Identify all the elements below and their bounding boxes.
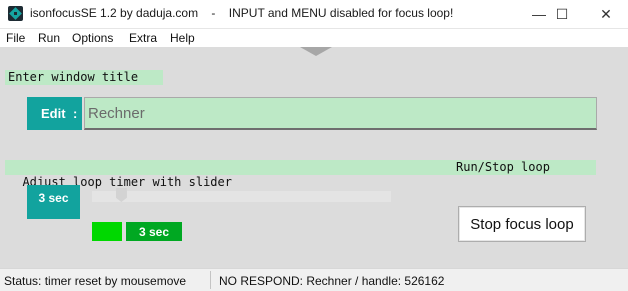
loop-indicator	[92, 222, 122, 241]
menu-bar: File Run Options Extra Help	[0, 29, 628, 47]
collapse-arrow-icon[interactable]	[300, 47, 332, 56]
menu-help[interactable]: Help	[170, 31, 195, 45]
menu-run[interactable]: Run	[38, 31, 60, 45]
timer-slider-track[interactable]	[92, 191, 391, 202]
app-icon	[8, 6, 23, 21]
menu-file[interactable]: File	[6, 31, 25, 45]
slider-section-label: Adjust loop timer with slider Run/Stop l…	[5, 160, 596, 189]
status-text: Status: timer reset by mousemove	[4, 274, 187, 288]
menu-options[interactable]: Options	[72, 31, 113, 45]
edit-button-label: Edit	[41, 106, 66, 121]
window-title: isonfocusSE 1.2 by daduja.com - INPUT an…	[30, 6, 454, 20]
menu-extra[interactable]: Extra	[129, 31, 157, 45]
status-bar: Status: timer reset by mousemove NO RESP…	[0, 268, 628, 291]
window-title-input[interactable]	[84, 97, 597, 130]
timer-display: 3 sec	[126, 222, 182, 241]
maximize-icon[interactable]: ☐	[540, 0, 584, 28]
timer-badge: 3 sec	[27, 185, 80, 219]
title-bar[interactable]: isonfocusSE 1.2 by daduja.com - INPUT an…	[0, 0, 628, 29]
close-icon[interactable]: ✕	[584, 0, 628, 28]
enter-title-label: Enter window title	[5, 70, 163, 85]
edit-colon: :	[73, 106, 78, 121]
stop-focus-loop-button[interactable]: Stop focus loop	[458, 206, 586, 242]
status-separator	[210, 271, 211, 289]
status-respond: NO RESPOND: Rechner / handle: 526162	[219, 274, 445, 288]
runstop-label: Run/Stop loop	[456, 160, 550, 174]
